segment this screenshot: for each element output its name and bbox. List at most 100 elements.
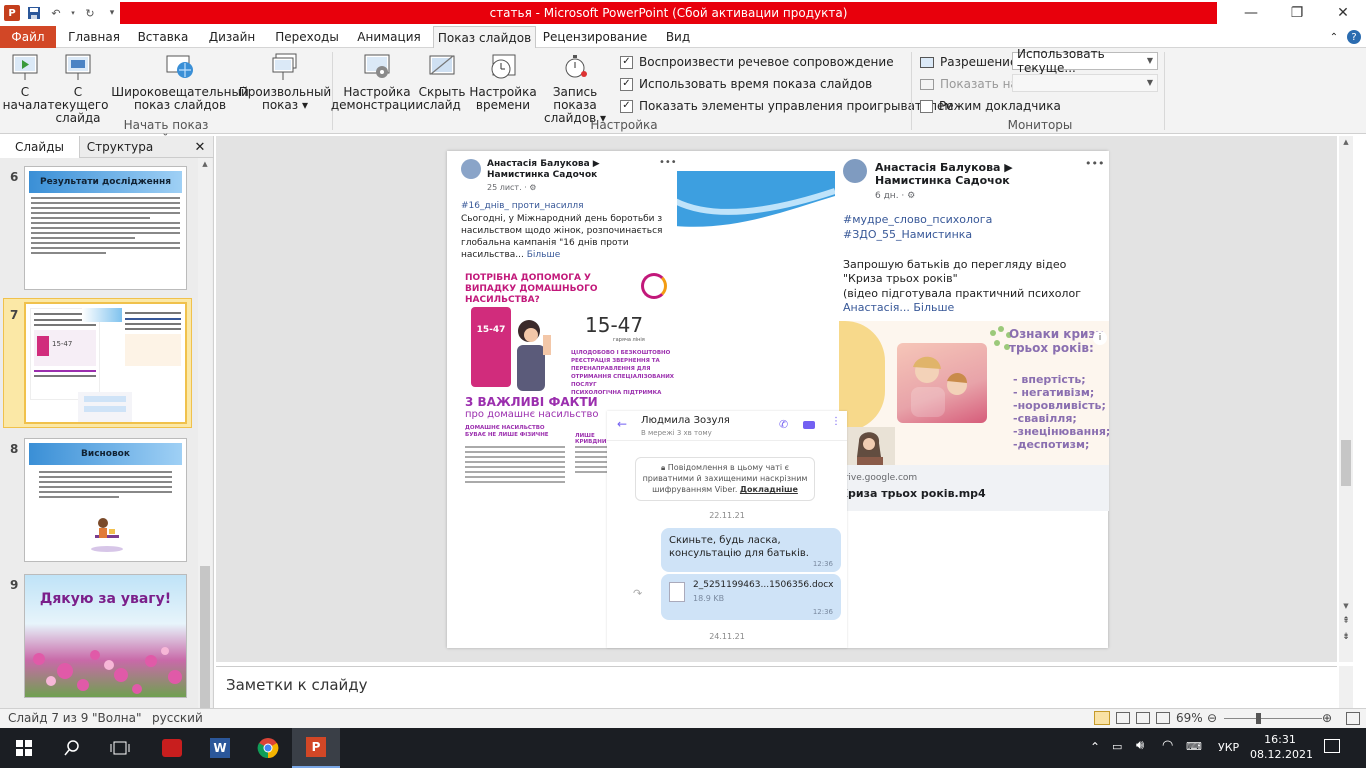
file-message-bubble[interactable]: 2_5251199463...1506356.docx 18.9 KB 12:3… [661, 574, 841, 620]
scroll-down-icon[interactable]: ▼ [1339, 602, 1353, 610]
tab-home[interactable]: Главная [64, 26, 124, 48]
tab-file[interactable]: Файл [0, 26, 56, 48]
previous-slide-icon[interactable]: ⇞ [1339, 616, 1353, 626]
more-options-icon[interactable]: ••• [659, 157, 677, 168]
theme-name[interactable]: "Волна" [92, 711, 141, 725]
post-hashtag[interactable]: #16_днів_ проти_насилля [461, 201, 584, 211]
show-hidden-icons[interactable]: ⌃ [1090, 740, 1100, 754]
slide-sorter-icon[interactable] [1116, 712, 1130, 724]
tab-slides[interactable]: Слайды [0, 136, 80, 158]
fit-to-window-icon[interactable] [1346, 712, 1360, 725]
link-footer[interactable]: drive.google.com Криза трьох років.mp4 [839, 465, 1109, 511]
presenter-view-checkbox[interactable]: Режим докладчика [920, 99, 1061, 113]
notes-placeholder[interactable]: Заметки к слайду [226, 676, 368, 694]
see-more-link[interactable]: Більше [527, 250, 561, 260]
reading-view-icon[interactable] [1136, 712, 1150, 724]
zoom-out-icon[interactable]: ⊖ [1207, 711, 1217, 725]
normal-view-icon[interactable] [1094, 711, 1110, 725]
record-slideshow-button[interactable]: Запись показа слайдов ▾ [534, 52, 616, 125]
reader-app-icon[interactable] [148, 728, 196, 768]
scrollbar-thumb[interactable] [1341, 440, 1351, 486]
minimize-ribbon-icon[interactable]: ⌃ [1326, 26, 1342, 48]
media-controls-checkbox[interactable]: ✓ Показать элементы управления проигрыва… [620, 99, 953, 113]
checkbox-box[interactable] [920, 99, 933, 113]
checkbox-box[interactable]: ✓ [620, 77, 633, 91]
wifi-icon[interactable]: ◠ [1162, 738, 1173, 753]
start-button[interactable] [0, 728, 48, 768]
restore-button[interactable]: ❐ [1274, 0, 1320, 26]
chat-menu-icon[interactable]: ⋮ [831, 416, 841, 427]
back-arrow-icon[interactable]: ← [617, 417, 627, 431]
info-icon[interactable]: i [1093, 331, 1107, 345]
notes-pane[interactable]: Заметки к слайду [216, 666, 1337, 708]
network-icon[interactable]: ▭ [1112, 740, 1122, 753]
learn-more-link[interactable]: Докладніше [740, 485, 798, 494]
tab-insert[interactable]: Вставка [132, 26, 194, 48]
task-view-icon[interactable] [96, 728, 144, 768]
language-indicator[interactable]: русский [152, 711, 203, 725]
tab-animations[interactable]: Анимация [352, 26, 426, 48]
notifications-icon[interactable] [1324, 739, 1340, 753]
word-icon[interactable]: W [196, 728, 244, 768]
thumbnails-scrollbar[interactable]: ▲ [198, 158, 212, 710]
slide-7[interactable]: Анастасія Балукова ▶ Намистинка Садочок … [447, 151, 1109, 648]
slideshow-view-icon[interactable] [1156, 712, 1170, 724]
zoom-in-icon[interactable]: ⊕ [1322, 711, 1332, 725]
custom-show-button[interactable]: Произвольный показ ▾ [239, 52, 331, 112]
from-current-button[interactable]: С текущего слайда [46, 52, 110, 125]
undo-icon[interactable]: ↶ [48, 5, 64, 21]
slide-thumbnail-7[interactable]: 15-47 [24, 302, 187, 424]
next-slide-icon[interactable]: ⇟ [1339, 632, 1353, 642]
tab-view[interactable]: Вид [654, 26, 702, 48]
notes-scrollbar[interactable] [1339, 666, 1353, 708]
file-name[interactable]: 2_5251199463...1506356.docx [693, 580, 834, 590]
link-title[interactable]: Криза трьох років.mp4 [839, 487, 986, 500]
use-timings-checkbox[interactable]: ✓ Использовать время показа слайдов [620, 77, 872, 91]
video-preview[interactable]: Ознаки кризи трьох років: i - впертість;… [839, 321, 1109, 511]
post-author[interactable]: Анастасія Балукова ▶ Намистинка Садочок [875, 161, 1075, 187]
volume-icon[interactable]: 🔊︎ [1136, 738, 1144, 753]
customize-qat-icon[interactable]: ▾ [104, 5, 120, 21]
slide-thumbnail-9[interactable]: Дякую за увагу! [24, 574, 187, 698]
minimize-button[interactable]: — [1228, 0, 1274, 26]
message-bubble[interactable]: Скиньте, будь ласка, консультацію для ба… [661, 528, 841, 572]
save-icon[interactable] [26, 5, 42, 21]
video-call-icon[interactable] [803, 421, 815, 429]
hide-slide-button[interactable]: Скрыть слайд [419, 52, 465, 112]
setup-slideshow-button[interactable]: Настройка демонстрации [331, 52, 423, 112]
keyboard-icon[interactable]: ⌨︎ [1186, 740, 1202, 753]
checkbox-box[interactable]: ✓ [620, 99, 633, 113]
close-window-button[interactable]: ✕ [1320, 0, 1366, 26]
call-icon[interactable]: ✆ [779, 418, 788, 431]
broadcast-button[interactable]: Широковещательный показ слайдов [111, 52, 249, 112]
zoom-slider[interactable] [1224, 713, 1322, 724]
tab-outline[interactable]: Структура [80, 136, 160, 158]
powerpoint-taskbar-icon[interactable]: P [292, 728, 340, 768]
input-language[interactable]: УКР [1218, 741, 1239, 754]
post-author[interactable]: Анастасія Балукова ▶ Намистинка Садочок [487, 159, 657, 181]
scroll-up-icon[interactable]: ▲ [1339, 138, 1353, 146]
from-start-button[interactable]: С начала [3, 52, 47, 112]
undo-dropdown-icon[interactable]: ▾ [70, 5, 76, 21]
rehearse-timings-button[interactable]: Настройка времени [469, 52, 537, 112]
slide-thumbnail-6[interactable]: Результати дослідження [24, 166, 187, 290]
zoom-level[interactable]: 69% [1176, 711, 1203, 725]
resolution-dropdown[interactable]: Использовать текуще... ▼ [1012, 47, 1158, 75]
narration-checkbox[interactable]: ✓ Воспроизвести речевое сопровождение [620, 55, 894, 69]
tab-design[interactable]: Дизайн [202, 26, 262, 48]
post-hashtag[interactable]: #мудре_слово_психолога [843, 213, 992, 226]
zoom-slider-thumb[interactable] [1256, 713, 1262, 724]
help-icon[interactable]: ? [1347, 30, 1361, 44]
show-on-dropdown[interactable]: ▼ [1012, 74, 1158, 92]
scrollbar-thumb[interactable] [200, 566, 210, 710]
more-options-icon[interactable]: ••• [1085, 157, 1104, 170]
tab-transitions[interactable]: Переходы [270, 26, 344, 48]
search-icon[interactable] [48, 728, 96, 768]
forward-icon[interactable]: ↷ [633, 587, 642, 600]
tab-slideshow[interactable]: Показ слайдов [433, 26, 536, 49]
tab-review[interactable]: Рецензирование [543, 26, 648, 48]
see-more-link[interactable]: Більше [913, 301, 954, 314]
chrome-icon[interactable] [244, 728, 292, 768]
close-pane-icon[interactable]: ✕ [190, 136, 210, 158]
slide-scrollbar[interactable]: ▲ ▼ ⇞ ⇟ [1339, 136, 1353, 662]
